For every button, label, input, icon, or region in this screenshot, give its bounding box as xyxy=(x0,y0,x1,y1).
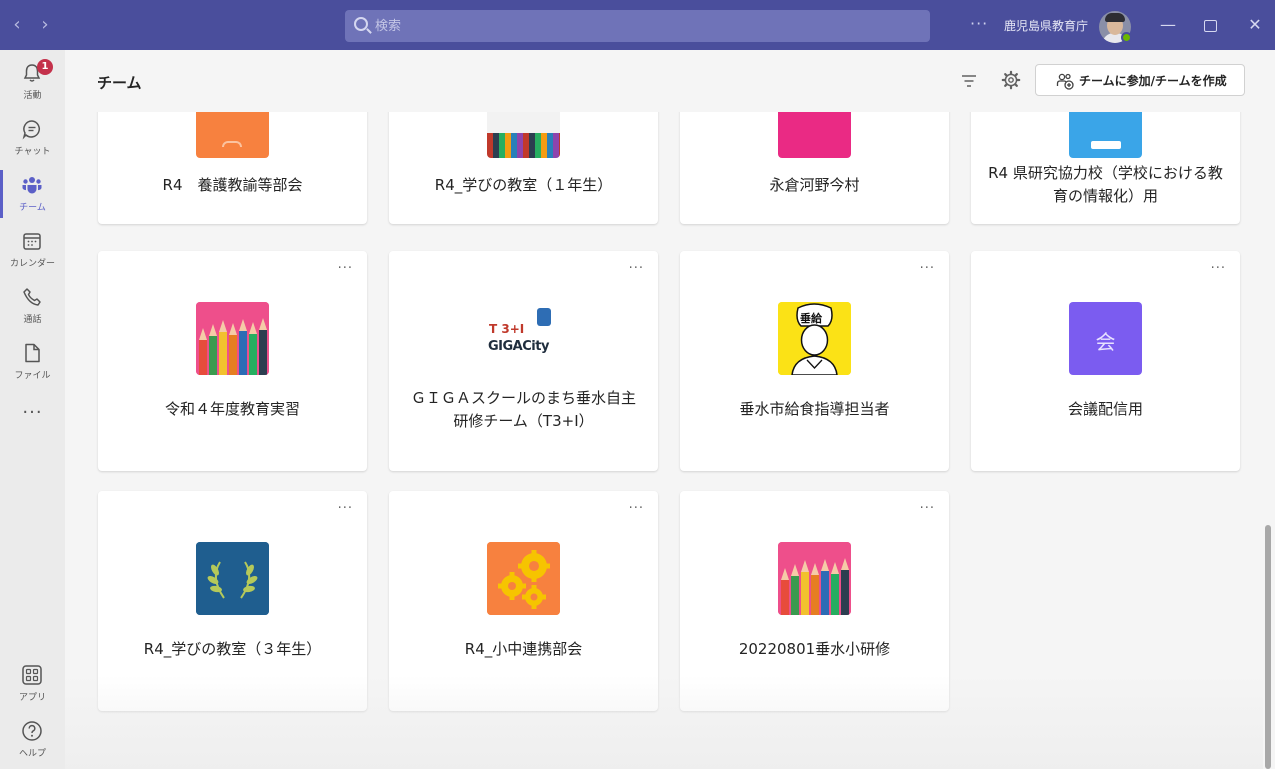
team-card[interactable]: ··· 令和４年度教育実習 xyxy=(98,251,367,471)
team-card[interactable]: R4_学びの教室（１年生） xyxy=(389,112,658,224)
close-button[interactable]: ✕ xyxy=(1243,13,1267,37)
more-options-icon[interactable]: ··· xyxy=(1211,261,1226,276)
rail-item-label: アプリ xyxy=(18,693,46,703)
forward-arrow-icon[interactable]: › xyxy=(35,14,55,36)
team-name: 令和４年度教育実習 xyxy=(164,400,300,418)
add-people-icon xyxy=(1056,73,1074,90)
team-tile-chef: 垂給 xyxy=(778,302,851,375)
gear-icon[interactable] xyxy=(1001,70,1021,90)
teams-grid-content: R4 養護教諭等部会 R4_学びの教室（１年生） 永倉河野今村 R4 県研究協力… xyxy=(65,112,1263,769)
team-card[interactable]: 永倉河野今村 xyxy=(680,112,949,224)
team-tile-gigacity-logo: T 3+I GIGACity xyxy=(487,302,560,375)
rail-item-files[interactable]: ファイル xyxy=(0,334,65,390)
rail-item-label: 活動 xyxy=(23,91,42,101)
team-card[interactable]: ··· T 3+I GIGACity ＧＩＧＡスクールのまち垂水自主研修チーム（… xyxy=(389,251,658,471)
rail-item-help[interactable]: ヘルプ xyxy=(0,712,65,768)
phone-icon xyxy=(23,288,41,306)
rail-item-label: カレンダー xyxy=(9,259,55,269)
team-tile-orange xyxy=(196,112,269,158)
team-card[interactable]: ··· R4_学びの教室（３年生） xyxy=(98,491,367,711)
team-name: R4_学びの教室（１年生） xyxy=(434,176,613,194)
help-icon xyxy=(22,721,42,741)
team-name: 垂水市給食指導担当者 xyxy=(739,400,890,418)
more-options-icon[interactable]: ··· xyxy=(629,261,644,276)
team-tile-pencils xyxy=(487,112,560,158)
minimize-button[interactable]: — xyxy=(1156,13,1180,37)
search-input[interactable] xyxy=(375,16,915,36)
team-tile-gears xyxy=(487,542,560,615)
join-button-label: チームに参加/チームを作成 xyxy=(1079,73,1227,88)
rail-item-label: 通話 xyxy=(23,315,42,325)
gears-icon xyxy=(487,542,560,615)
tile-text: 垂給 xyxy=(800,312,822,325)
rail-item-teams[interactable]: チーム xyxy=(0,166,65,222)
logo-text-top: T 3+I xyxy=(489,322,525,336)
teams-icon xyxy=(22,177,42,194)
team-name: 会議配信用 xyxy=(1067,400,1143,418)
team-tile-pencils xyxy=(196,302,269,375)
rail-item-activity[interactable]: 1 活動 xyxy=(0,54,65,110)
notification-badge: 1 xyxy=(37,59,53,75)
more-options-icon[interactable]: ··· xyxy=(920,261,935,276)
search-box[interactable] xyxy=(345,10,930,42)
rail-item-calls[interactable]: 通話 xyxy=(0,278,65,334)
file-icon xyxy=(25,343,40,363)
team-card[interactable]: ··· 垂給 垂水市給食指導担当者 xyxy=(680,251,949,471)
logo-text-bottom: GIGACity xyxy=(488,339,549,354)
team-name: ＧＩＧＡスクールのまち垂水自主研修チーム（T3+I） xyxy=(410,389,636,430)
title-bar: ‹ › ··· 鹿児島県教育庁 — ✕ xyxy=(0,0,1275,50)
rail-item-label: ファイル xyxy=(14,371,51,381)
apps-icon xyxy=(22,665,42,685)
more-apps-button[interactable]: ··· xyxy=(0,402,65,423)
rail-item-label: チーム xyxy=(19,203,46,213)
search-icon xyxy=(354,17,368,31)
org-name: 鹿児島県教育庁 xyxy=(1004,19,1089,33)
scrollbar[interactable] xyxy=(1265,525,1271,769)
rail-item-label: チャット xyxy=(14,147,51,157)
team-tile-purple: 会 xyxy=(1069,302,1142,375)
team-tile-pencils xyxy=(778,542,851,615)
team-card[interactable]: ··· R4_小中連携部会 xyxy=(389,491,658,711)
team-name: R4_小中連携部会 xyxy=(464,640,583,658)
back-arrow-icon[interactable]: ‹ xyxy=(7,14,27,36)
presence-available-icon xyxy=(1121,32,1132,43)
team-name: 20220801垂水小研修 xyxy=(738,640,891,658)
team-card[interactable]: ··· 会 会議配信用 xyxy=(971,251,1240,471)
team-card[interactable]: R4 県研究協力校（学校における教育の情報化）用 xyxy=(971,112,1240,224)
rail-item-calendar[interactable]: カレンダー xyxy=(0,222,65,278)
rail-item-apps[interactable]: アプリ xyxy=(0,656,65,712)
calendar-icon xyxy=(23,233,41,250)
app-rail: 1 活動 チャット チーム カレンダー 通話 ファイル ··· アプリ ヘルプ xyxy=(0,50,65,769)
more-options-icon[interactable]: ··· xyxy=(338,261,353,276)
laurel-icon xyxy=(196,542,269,615)
team-name: 永倉河野今村 xyxy=(769,176,860,194)
team-tile-blue xyxy=(1069,112,1142,158)
team-card[interactable]: R4 養護教諭等部会 xyxy=(98,112,367,224)
team-name: R4 養護教諭等部会 xyxy=(162,176,303,194)
more-options-icon[interactable]: ··· xyxy=(629,501,644,516)
maximize-button[interactable] xyxy=(1204,20,1217,32)
chat-icon xyxy=(22,120,40,140)
team-tile-laurel xyxy=(196,542,269,615)
team-name: R4 県研究協力校（学校における教育の情報化）用 xyxy=(988,164,1223,205)
settings-more-button[interactable]: ··· xyxy=(970,14,988,33)
rail-item-label: ヘルプ xyxy=(18,749,46,759)
page-title: チーム xyxy=(97,74,142,92)
filter-icon[interactable] xyxy=(961,74,977,88)
tile-text: 会 xyxy=(1095,330,1116,354)
rail-item-chat[interactable]: チャット xyxy=(0,110,65,166)
team-name: R4_学びの教室（３年生） xyxy=(143,640,322,658)
more-options-icon[interactable]: ··· xyxy=(920,501,935,516)
more-options-icon[interactable]: ··· xyxy=(338,501,353,516)
team-card[interactable]: ··· 20220801垂水小研修 xyxy=(680,491,949,711)
thumbs-up-icon xyxy=(537,308,551,326)
team-tile-pink xyxy=(778,112,851,158)
join-or-create-team-button[interactable]: チームに参加/チームを作成 xyxy=(1035,64,1245,96)
